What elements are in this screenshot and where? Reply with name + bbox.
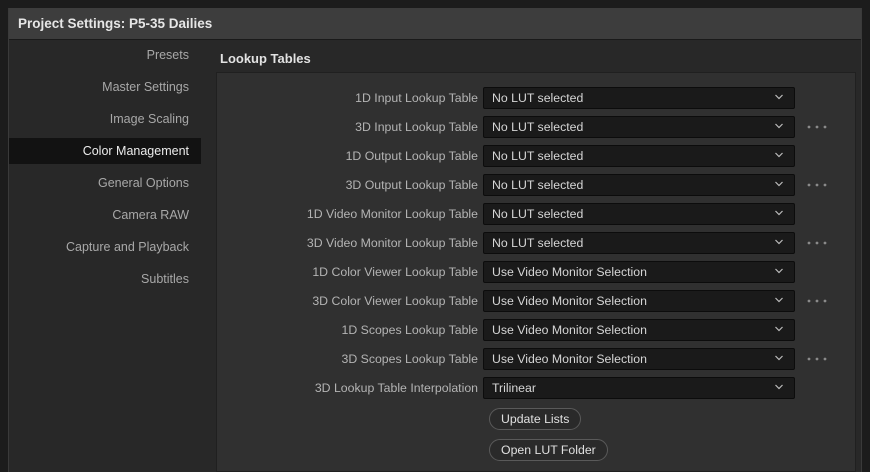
row-label: 3D Scopes Lookup Table [341,352,478,366]
more-options-icon[interactable] [805,120,829,134]
dropdown-value: No LUT selected [492,91,584,105]
dropdown-value: Trilinear [492,381,536,395]
row-label: 1D Output Lookup Table [345,149,478,163]
lut-dropdown[interactable]: No LUT selected [483,232,795,254]
chevron-down-icon [775,297,783,303]
chevron-down-icon [775,181,783,187]
lut-dropdown[interactable]: Use Video Monitor Selection [483,348,795,370]
lut-row: 1D Scopes Lookup Table Use Video Monitor… [217,319,857,342]
lookup-tables-panel: 1D Input Lookup Table No LUT selected 3D… [216,72,856,472]
row-label: 3D Lookup Table Interpolation [314,381,478,395]
dropdown-value: Use Video Monitor Selection [492,265,647,279]
lut-row: 1D Video Monitor Lookup Table No LUT sel… [217,203,857,226]
row-label: 3D Color Viewer Lookup Table [312,294,478,308]
more-options-icon[interactable] [805,236,829,250]
update-lists-button[interactable]: Update Lists [489,408,582,430]
sidebar-item-subtitles[interactable]: Subtitles [9,266,201,292]
dropdown-value: Use Video Monitor Selection [492,294,647,308]
more-options-icon[interactable] [805,178,829,192]
sidebar-item-color-management[interactable]: Color Management [9,138,201,164]
lut-row: 1D Output Lookup Table No LUT selected [217,145,857,168]
dropdown-value: Use Video Monitor Selection [492,323,647,337]
open-lut-folder-button[interactable]: Open LUT Folder [489,439,608,461]
lut-dropdown[interactable]: No LUT selected [483,174,795,196]
chevron-down-icon [775,268,783,274]
lut-dropdown[interactable]: No LUT selected [483,203,795,225]
lut-row: 3D Color Viewer Lookup Table Use Video M… [217,290,857,313]
title-bar: Project Settings: P5-35 Dailies [9,8,861,40]
lut-dropdown[interactable]: Use Video Monitor Selection [483,319,795,341]
project-settings-window: Project Settings: P5-35 Dailies Presets … [8,8,862,472]
row-label: 1D Color Viewer Lookup Table [312,265,478,279]
interpolation-dropdown[interactable]: Trilinear [483,377,795,399]
sidebar-item-presets[interactable]: Presets [9,42,201,68]
sidebar-item-master-settings[interactable]: Master Settings [9,74,201,100]
chevron-down-icon [775,210,783,216]
chevron-down-icon [775,94,783,100]
chevron-down-icon [775,355,783,361]
sidebar-item-general-options[interactable]: General Options [9,170,201,196]
lut-dropdown[interactable]: No LUT selected [483,145,795,167]
dropdown-value: No LUT selected [492,236,584,250]
row-label: 3D Input Lookup Table [355,120,478,134]
chevron-down-icon [775,326,783,332]
row-label: 1D Input Lookup Table [355,91,478,105]
lut-dropdown[interactable]: Use Video Monitor Selection [483,261,795,283]
row-label: 1D Video Monitor Lookup Table [306,207,478,221]
dropdown-value: No LUT selected [492,207,584,221]
lut-row: 3D Scopes Lookup Table Use Video Monitor… [217,348,857,371]
dropdown-value: No LUT selected [492,120,584,134]
sidebar-item-image-scaling[interactable]: Image Scaling [9,106,201,132]
lut-row: 1D Input Lookup Table No LUT selected [217,87,857,110]
sidebar-item-capture-and-playback[interactable]: Capture and Playback [9,234,201,260]
lut-row: 3D Video Monitor Lookup Table No LUT sel… [217,232,857,255]
more-options-icon[interactable] [805,352,829,366]
row-label: 1D Scopes Lookup Table [341,323,478,337]
lut-row: 1D Color Viewer Lookup Table Use Video M… [217,261,857,284]
lut-row: 3D Output Lookup Table No LUT selected [217,174,857,197]
row-label: 3D Video Monitor Lookup Table [306,236,478,250]
lut-row: 3D Input Lookup Table No LUT selected [217,116,857,139]
dropdown-value: Use Video Monitor Selection [492,352,647,366]
lut-dropdown[interactable]: Use Video Monitor Selection [483,290,795,312]
chevron-down-icon [775,384,783,390]
chevron-down-icon [775,239,783,245]
window-title: Project Settings: P5-35 Dailies [18,16,213,31]
more-options-icon[interactable] [805,294,829,308]
sidebar-item-camera-raw[interactable]: Camera RAW [9,202,201,228]
section-title: Lookup Tables [220,51,311,66]
lut-row: 3D Lookup Table Interpolation Trilinear [217,377,857,400]
chevron-down-icon [775,123,783,129]
chevron-down-icon [775,152,783,158]
dropdown-value: No LUT selected [492,178,584,192]
lut-dropdown[interactable]: No LUT selected [483,116,795,138]
dropdown-value: No LUT selected [492,149,584,163]
row-label: 3D Output Lookup Table [345,178,478,192]
settings-sidebar: Presets Master Settings Image Scaling Co… [9,40,209,472]
lut-dropdown[interactable]: No LUT selected [483,87,795,109]
